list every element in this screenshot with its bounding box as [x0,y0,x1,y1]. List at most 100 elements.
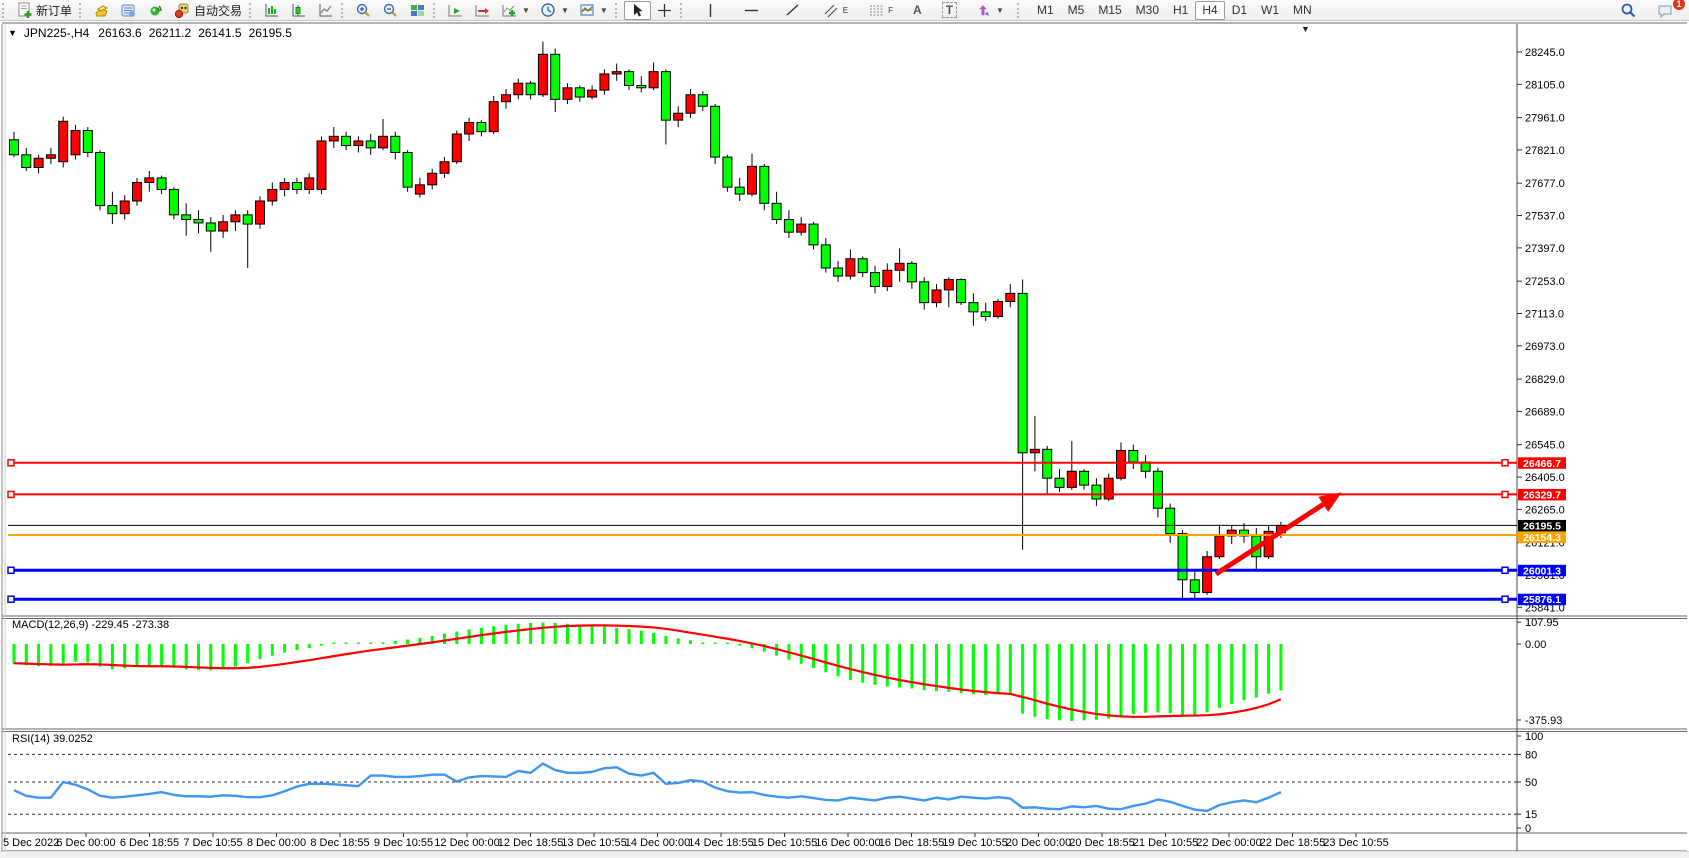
arrows-tool-button[interactable]: ▼ [970,1,1009,20]
time-tick-label: 8 Dec 00:00 [247,837,306,849]
candle-up [71,131,80,155]
text-label-icon: T [942,2,957,18]
time-tick-label: 22 Dec 18:55 [1260,837,1325,849]
crosshair-tool-button[interactable] [651,1,678,20]
candle-down [698,95,707,107]
candle-up [538,54,547,94]
price-tick-label: 27821.0 [1525,145,1565,157]
text-label-tool-button[interactable]: T [937,1,962,20]
auto-scroll-button[interactable] [442,1,469,20]
candle-down [1153,471,1162,508]
timeframe-button-h4[interactable]: H4 [1195,1,1224,20]
chart-shift-marker-icon[interactable]: ▼ [1301,24,1310,34]
periods-button[interactable]: ▼ [535,1,574,20]
chart-canvas[interactable]: 28245.028105.027961.027821.027677.027537… [0,22,1689,858]
timeframe-button-m1[interactable]: M1 [1030,1,1061,20]
candle-down [957,280,966,303]
line-handle[interactable] [1502,460,1508,466]
time-tick-label: 12 Dec 00:00 [434,837,499,849]
search-button[interactable] [1615,1,1642,20]
zoom-in-button[interactable] [350,1,377,20]
candle-down [723,157,732,187]
candle-down [661,72,670,121]
candle-chart-type-button[interactable] [285,1,312,20]
candle-up [219,222,228,231]
timeframe-button-d1[interactable]: D1 [1225,1,1254,20]
panel-frames [2,23,1687,851]
new-order-button[interactable]: 新订单 [11,1,77,20]
time-tick-label: 19 Dec 10:55 [942,837,1007,849]
line-handle[interactable] [8,491,14,497]
line-handle[interactable] [1502,596,1508,602]
equidistant-channel-tool-button[interactable]: E [818,1,853,20]
rsi-panel: 1008050150 [8,731,1543,835]
indicators-button[interactable]: ▼ [496,1,535,20]
vertical-line-tool-button[interactable] [697,1,724,20]
cursor-tool-button[interactable] [624,1,651,20]
zoom-out-button[interactable] [377,1,404,20]
high-value: 26211.2 [149,26,192,40]
rsi-indicator-label: RSI(14) 39.0252 [12,733,93,745]
close-value: 26195.5 [249,26,292,40]
bar-chart-type-button[interactable] [258,1,285,20]
candle-up [846,259,855,276]
chart-window[interactable]: 28245.028105.027961.027821.027677.027537… [0,22,1689,851]
timeframe-button-h1[interactable]: H1 [1166,1,1195,20]
candle-up [797,224,806,232]
market-watch-button[interactable] [88,1,115,20]
timeframe-button-w1[interactable]: W1 [1254,1,1286,20]
line-chart-type-button[interactable] [312,1,339,20]
candle-up [994,301,1003,316]
notifications-button[interactable]: 1 [1652,1,1679,20]
time-tick-label: 23 Dec 10:55 [1323,837,1388,849]
candle-up [46,155,55,158]
price-flag-label: 26329.7 [1523,489,1561,501]
alerts-icon [147,2,164,19]
time-tick-label: 20 Dec 00:00 [1006,837,1071,849]
templates-button[interactable]: ▼ [574,1,613,20]
time-tick-label: 14 Dec 18:55 [688,837,753,849]
autotrade-button[interactable]: 自动交易 [169,1,247,20]
line-handle[interactable] [8,460,14,466]
timeframe-button-mn[interactable]: MN [1286,1,1319,20]
time-tick-label: 6 Dec 00:00 [56,837,115,849]
candle-down [920,282,929,303]
auto-scroll-icon [447,2,464,19]
candle-up [612,72,621,74]
timeframe-button-m30[interactable]: M30 [1129,1,1166,20]
chart-shift-button[interactable] [469,1,496,20]
line-handle[interactable] [8,596,14,602]
alerts-button[interactable] [142,1,169,20]
tile-windows-button[interactable] [404,1,431,20]
trendline-tool-button[interactable] [779,1,806,20]
autotrade-icon [174,2,191,19]
text-tool-button[interactable]: A [908,1,927,20]
time-tick-label: 21 Dec 10:55 [1133,837,1198,849]
macd-axis-label: 107.95 [1525,617,1559,629]
text-tool-icon: A [913,3,922,17]
line-handle[interactable] [8,567,14,573]
candle-up [588,90,597,97]
time-tick-label: 9 Dec 10:55 [374,837,433,849]
horizontal-line-tool-button[interactable] [738,1,765,20]
candle-down [83,131,92,153]
dropdown-caret-icon: ▼ [561,6,569,15]
data-window-button[interactable] [115,1,142,20]
toolbar-grip [341,3,348,18]
tile-windows-icon [409,2,426,19]
line-handle[interactable] [1502,567,1508,573]
fibonacci-tool-button[interactable]: F [863,1,898,20]
candle-down [969,303,978,312]
price-tick-label: 26829.0 [1525,374,1565,386]
price-tick-label: 27253.0 [1525,276,1565,288]
timeframe-button-m15[interactable]: M15 [1091,1,1128,20]
line-handle[interactable] [1502,491,1508,497]
candle-up [502,95,511,102]
candle-up [563,88,572,100]
candle-down [821,245,830,268]
timeframe-button-m5[interactable]: M5 [1061,1,1092,20]
candle-down [551,54,560,99]
price-tick-label: 27397.0 [1525,243,1565,255]
market-watch-icon [93,2,110,19]
add-indicator-icon [501,2,518,19]
